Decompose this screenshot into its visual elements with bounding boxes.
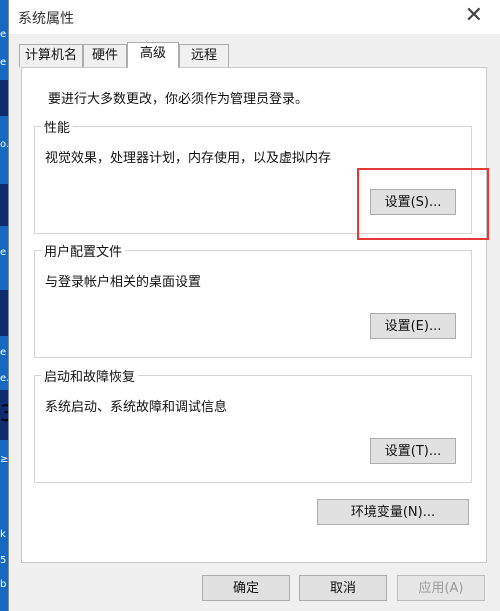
- startup-recovery-title: 启动和故障恢复: [41, 366, 139, 385]
- tab-hardware[interactable]: 硬件: [83, 44, 127, 67]
- user-profiles-title: 用户配置文件: [41, 241, 126, 260]
- performance-description: 视觉效果，处理器计划，内存使用，以及虚拟内存: [45, 151, 332, 166]
- desktop-text: 5: [0, 555, 7, 566]
- apply-button[interactable]: 应用(A): [397, 575, 485, 601]
- window-title: 系统属性: [18, 11, 74, 27]
- desktop-text: e: [0, 247, 7, 258]
- user-profiles-description: 与登录帐户相关的桌面设置: [45, 275, 202, 290]
- startup-recovery-description: 系统启动、系统故障和调试信息: [45, 400, 228, 415]
- startup-recovery-group: 启动和故障恢复 系统启动、系统故障和调试信息 设置(T)...: [34, 366, 472, 483]
- desktop-text: b: [0, 579, 7, 590]
- user-profiles-group: 用户配置文件 与登录帐户相关的桌面设置 设置(E)...: [34, 241, 472, 358]
- title-bar[interactable]: 系统属性 ✕: [9, 0, 500, 34]
- cancel-button[interactable]: 取消: [299, 575, 387, 601]
- desktop-text: k: [0, 529, 6, 540]
- desktop-text: e: [0, 29, 7, 40]
- startup-recovery-settings-button[interactable]: 设置(T)...: [370, 438, 456, 464]
- desktop-text: e: [0, 57, 7, 68]
- tab-remote[interactable]: 远程: [179, 44, 229, 67]
- tab-computer-name[interactable]: 计算机名: [19, 44, 83, 67]
- desktop-text: e: [0, 347, 7, 358]
- performance-title: 性能: [41, 117, 74, 136]
- system-properties-dialog: 系统属性 ✕ 计算机名 硬件 高级 远程 要进行大多数更改，你必须作为管理员登录…: [8, 0, 500, 611]
- user-profiles-settings-button[interactable]: 设置(E)...: [370, 313, 456, 339]
- highlight-box: [357, 168, 489, 240]
- close-icon[interactable]: ✕: [465, 3, 483, 28]
- tab-advanced[interactable]: 高级: [127, 42, 179, 68]
- ok-button[interactable]: 确定: [202, 575, 290, 601]
- admin-notice: 要进行大多数更改，你必须作为管理员登录。: [48, 92, 309, 107]
- advanced-tab-panel: 要进行大多数更改，你必须作为管理员登录。 性能 视觉效果，处理器计划，内存使用，…: [21, 67, 487, 563]
- environment-variables-button[interactable]: 环境变量(N)...: [317, 499, 469, 525]
